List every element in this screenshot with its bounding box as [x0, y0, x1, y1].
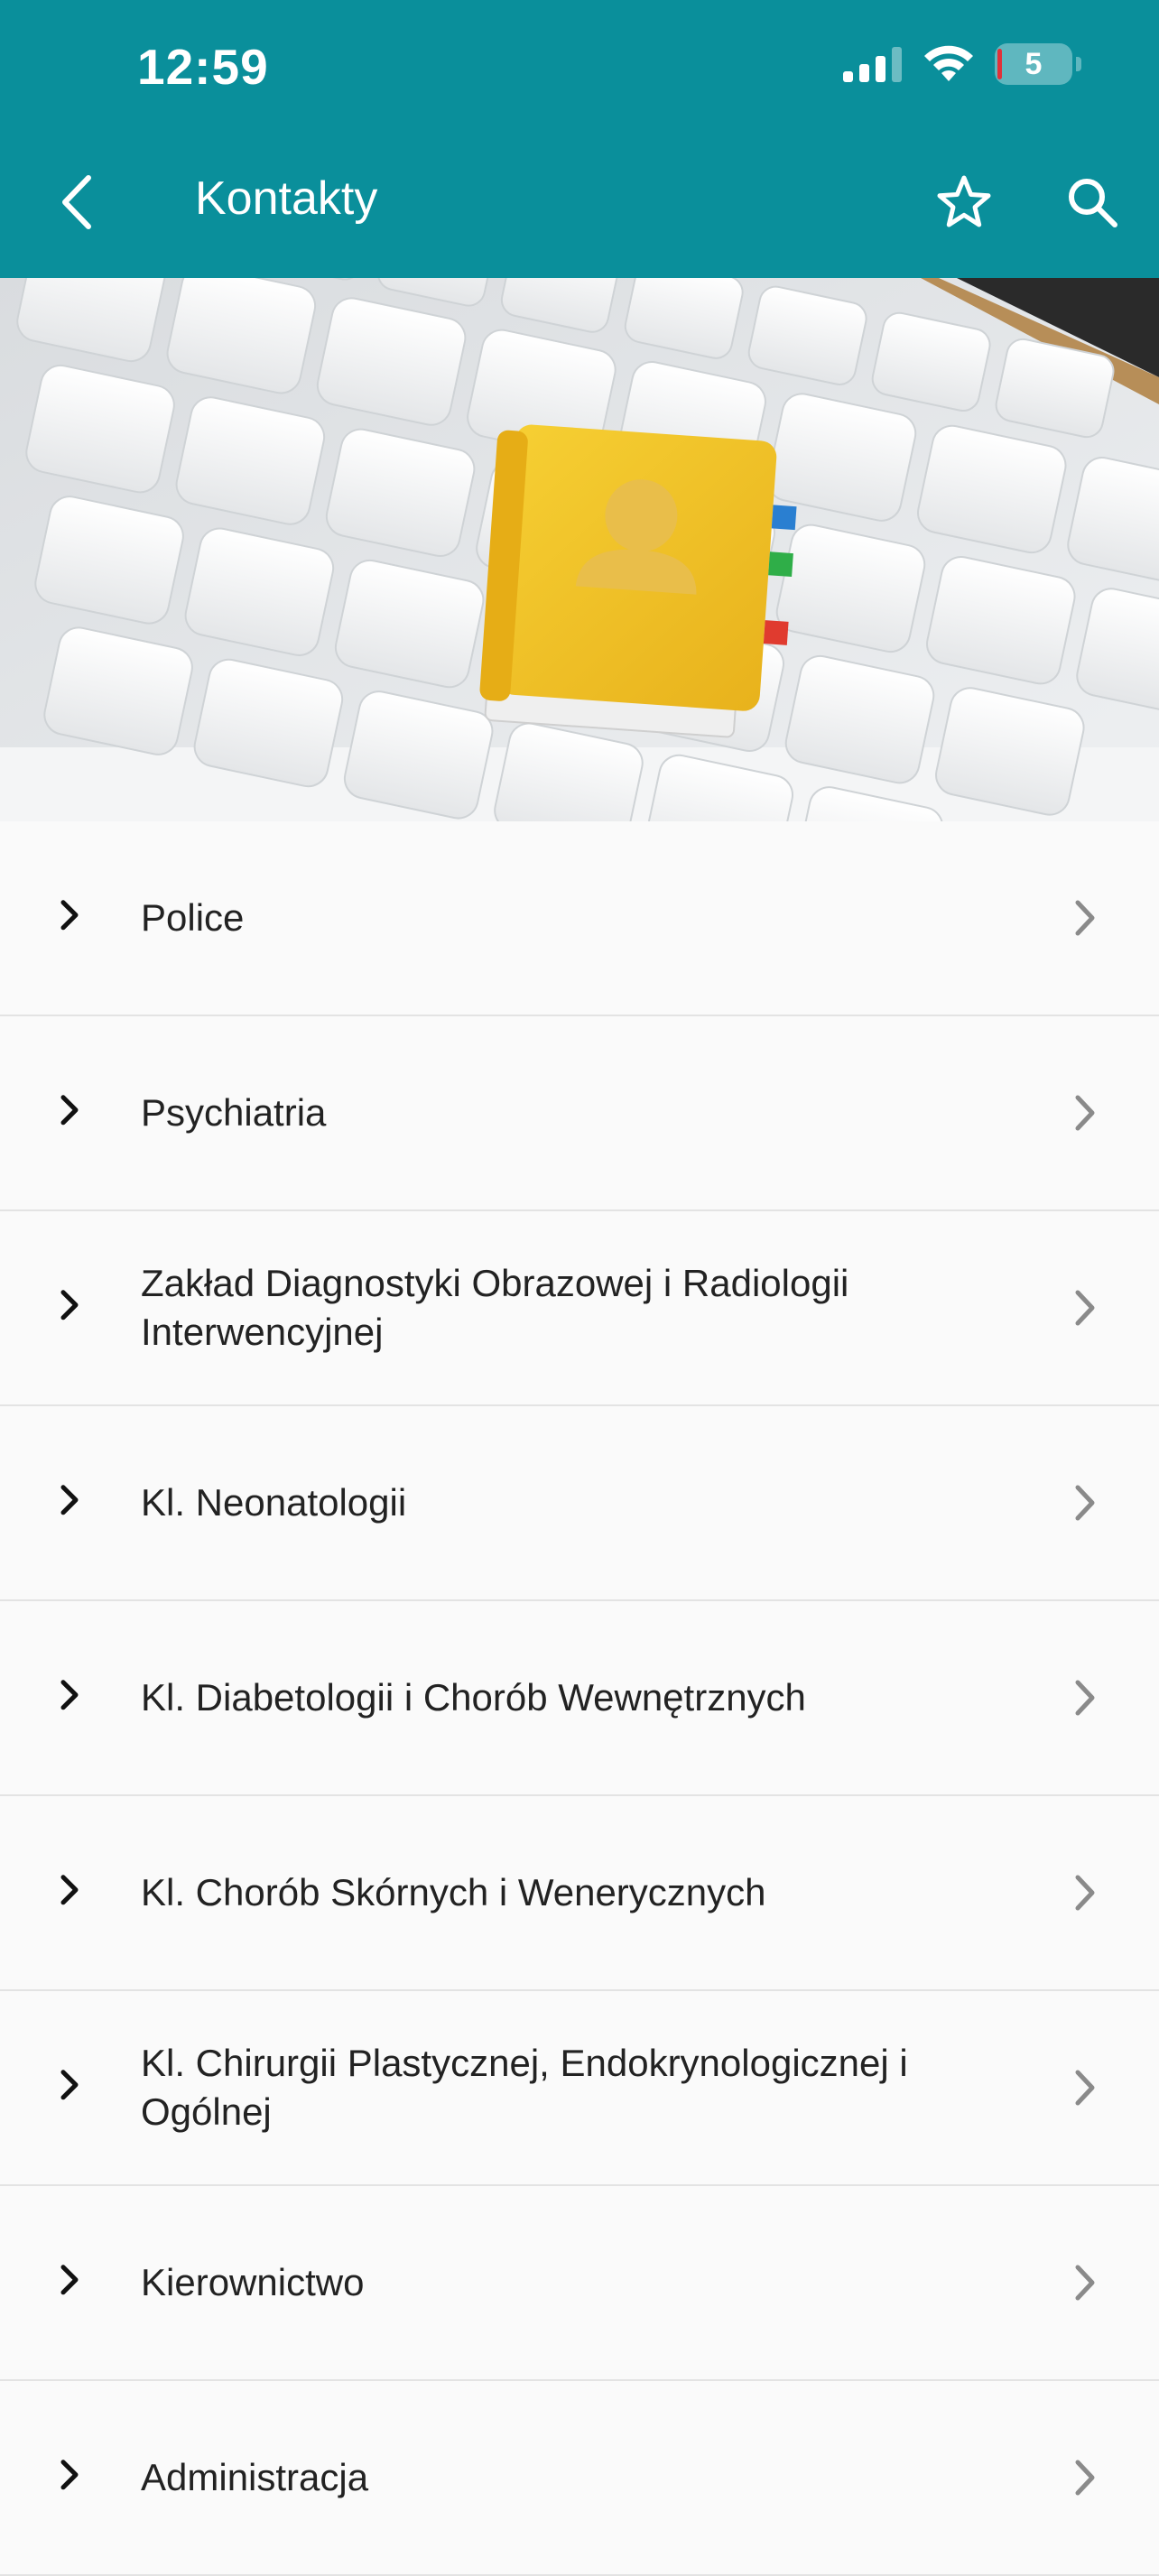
status-time: 12:59: [137, 39, 269, 95]
battery-level: 5: [1025, 46, 1043, 81]
chevron-right-icon: [1075, 2460, 1095, 2496]
wifi-icon: [924, 45, 973, 81]
list-item-choroby-skorne[interactable]: Kl. Chorób Skórnych i Wenerycznych: [0, 1796, 1159, 1991]
chevron-right-icon: [1075, 2070, 1095, 2106]
list-item-diabetologia[interactable]: Kl. Diabetologii i Chorób Wewnętrznych: [0, 1601, 1159, 1796]
contact-book-on-keyboard-image: [0, 278, 1159, 821]
battery-indicator: 5: [995, 43, 1072, 85]
battery-cap: [1076, 57, 1081, 71]
expand-chevron-icon[interactable]: [56, 2067, 83, 2103]
list-item-label: Police: [141, 896, 245, 939]
chevron-right-icon: [1075, 1680, 1095, 1716]
list-item-label: Psychiatria: [141, 1091, 327, 1134]
back-button[interactable]: [51, 170, 101, 235]
list-item-police[interactable]: Police: [0, 821, 1159, 1016]
list-item-label: Kl. Chorób Skórnych i Wenerycznych: [141, 1871, 766, 1913]
list-item-chirurgia-plastyczna[interactable]: Kl. Chirurgii Plastycznej, Endokrynologi…: [0, 1991, 1159, 2186]
expand-chevron-icon[interactable]: [56, 1287, 83, 1323]
search-icon: [1069, 179, 1117, 227]
list-item-label: Kl. Diabetologii i Chorób Wewnętrznych: [141, 1676, 806, 1719]
back-arrow-icon: [62, 175, 91, 229]
expand-chevron-icon[interactable]: [56, 1092, 83, 1128]
list-item-label: Kl. Chirurgii Plastycznej, Endokrynologi…: [141, 2042, 908, 2133]
search-button[interactable]: [1065, 175, 1119, 229]
expand-chevron-icon[interactable]: [56, 2262, 83, 2298]
chevron-right-icon: [1075, 900, 1095, 936]
chevron-right-icon: [1075, 1485, 1095, 1521]
hero-image: [0, 278, 1159, 821]
chevron-right-icon: [1075, 1290, 1095, 1326]
signal-icon: [843, 47, 902, 82]
contacts-list: Police Psychiatria Zakład Diagnostyki Ob…: [0, 821, 1159, 2576]
list-item-neonatologia[interactable]: Kl. Neonatologii: [0, 1406, 1159, 1601]
list-item-kierownictwo[interactable]: Kierownictwo: [0, 2186, 1159, 2381]
app-header: 12:59 5 Kontakty: [0, 0, 1159, 278]
expand-chevron-icon[interactable]: [56, 2457, 83, 2493]
page-title: Kontakty: [195, 172, 378, 225]
list-item-label: Kierownictwo: [141, 2261, 365, 2303]
expand-chevron-icon[interactable]: [56, 1677, 83, 1713]
favorite-button[interactable]: [935, 173, 993, 231]
star-icon: [937, 175, 991, 227]
list-item-label: Zakład Diagnostyki Obrazowej i Radiologi…: [141, 1262, 849, 1353]
chevron-right-icon: [1075, 1095, 1095, 1131]
status-icons: 5: [843, 43, 1081, 85]
list-item-label: Administracja: [141, 2456, 369, 2498]
chevron-right-icon: [1075, 1875, 1095, 1911]
list-item-diagnostyka-obrazowa[interactable]: Zakład Diagnostyki Obrazowej i Radiologi…: [0, 1211, 1159, 1406]
chevron-right-icon: [1075, 2265, 1095, 2301]
expand-chevron-icon[interactable]: [56, 1482, 83, 1518]
expand-chevron-icon[interactable]: [56, 1872, 83, 1908]
expand-chevron-icon[interactable]: [56, 897, 83, 933]
list-item-psychiatria[interactable]: Psychiatria: [0, 1016, 1159, 1211]
list-item-label: Kl. Neonatologii: [141, 1481, 407, 1524]
list-item-administracja[interactable]: Administracja: [0, 2381, 1159, 2576]
